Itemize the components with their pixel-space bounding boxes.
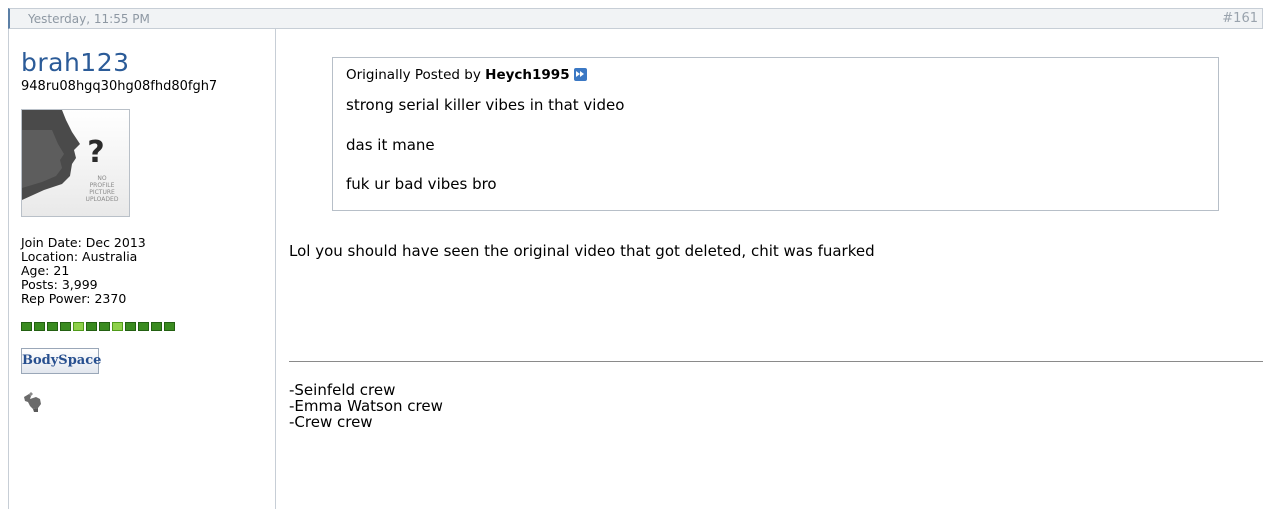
rep-pip-icon bbox=[73, 322, 84, 331]
quote-author: Heych1995 bbox=[485, 67, 570, 83]
rep-pip-icon bbox=[151, 322, 162, 331]
post-content-column: Originally Posted by Heych1995 strong se… bbox=[277, 29, 1263, 509]
rep-pip-icon bbox=[125, 322, 136, 331]
svg-text:?: ? bbox=[87, 135, 104, 170]
svg-text:PICTURE: PICTURE bbox=[89, 189, 115, 196]
quote-prefix: Originally Posted by bbox=[346, 67, 481, 83]
quote-line: strong serial killer vibes in that video bbox=[346, 96, 625, 114]
rep-pip-icon bbox=[60, 322, 71, 331]
post-message: Lol you should have seen the original vi… bbox=[289, 242, 875, 260]
signature: -Seinfeld crew -Emma Watson crew -Crew c… bbox=[289, 382, 443, 430]
username-link[interactable]: brah123 bbox=[21, 48, 130, 77]
signature-divider bbox=[289, 361, 1263, 362]
post-count: Posts: 3,999 bbox=[21, 277, 98, 292]
rep-pip-icon bbox=[112, 322, 123, 331]
rep-pip-icon bbox=[86, 322, 97, 331]
quote-line: das it mane bbox=[346, 136, 435, 154]
signature-line: -Crew crew bbox=[289, 413, 373, 431]
rep-pip-icon bbox=[34, 322, 45, 331]
rep-pip-icon bbox=[21, 322, 32, 331]
quote-header: Originally Posted by Heych1995 bbox=[346, 67, 587, 83]
post-date: Yesterday, 11:55 PM bbox=[28, 12, 150, 26]
reputation-bar bbox=[21, 322, 175, 331]
svg-text:UPLOADED: UPLOADED bbox=[86, 196, 119, 203]
quote-line: fuk ur bad vibes bro bbox=[346, 175, 497, 193]
user-info-column: brah123 948ru08hgq30hg08fhd80fgh7 ? NO P… bbox=[8, 29, 276, 509]
svg-text:PROFILE: PROFILE bbox=[90, 182, 115, 189]
no-profile-picture-icon: ? NO PROFILE PICTURE UPLOADED bbox=[22, 110, 119, 203]
join-date: Join Date: Dec 2013 bbox=[21, 235, 146, 250]
signature-line: -Seinfeld crew bbox=[289, 381, 396, 399]
post-header: Yesterday, 11:55 PM #161 bbox=[8, 8, 1263, 29]
user-title: 948ru08hgq30hg08fhd80fgh7 bbox=[21, 79, 218, 94]
avatar[interactable]: ? NO PROFILE PICTURE UPLOADED bbox=[21, 109, 130, 217]
flexing-arm-icon[interactable] bbox=[21, 388, 45, 412]
rep-pip-icon bbox=[138, 322, 149, 331]
forum-post: Yesterday, 11:55 PM #161 brah123 948ru08… bbox=[0, 0, 1263, 509]
rep-pip-icon bbox=[164, 322, 175, 331]
signature-line: -Emma Watson crew bbox=[289, 397, 443, 415]
quote-block: Originally Posted by Heych1995 strong se… bbox=[332, 57, 1219, 211]
post-number-link[interactable]: #161 bbox=[1222, 11, 1258, 26]
view-post-icon[interactable] bbox=[573, 68, 587, 81]
bodyspace-button[interactable]: BodySpace bbox=[21, 348, 101, 374]
age: Age: 21 bbox=[21, 263, 70, 278]
user-stats: Join Date: Dec 2013 Location: Australia … bbox=[21, 236, 146, 306]
rep-power: Rep Power: 2370 bbox=[21, 291, 127, 306]
rep-pip-icon bbox=[99, 322, 110, 331]
location: Location: Australia bbox=[21, 249, 138, 264]
svg-text:NO: NO bbox=[97, 175, 106, 182]
rep-pip-icon bbox=[47, 322, 58, 331]
